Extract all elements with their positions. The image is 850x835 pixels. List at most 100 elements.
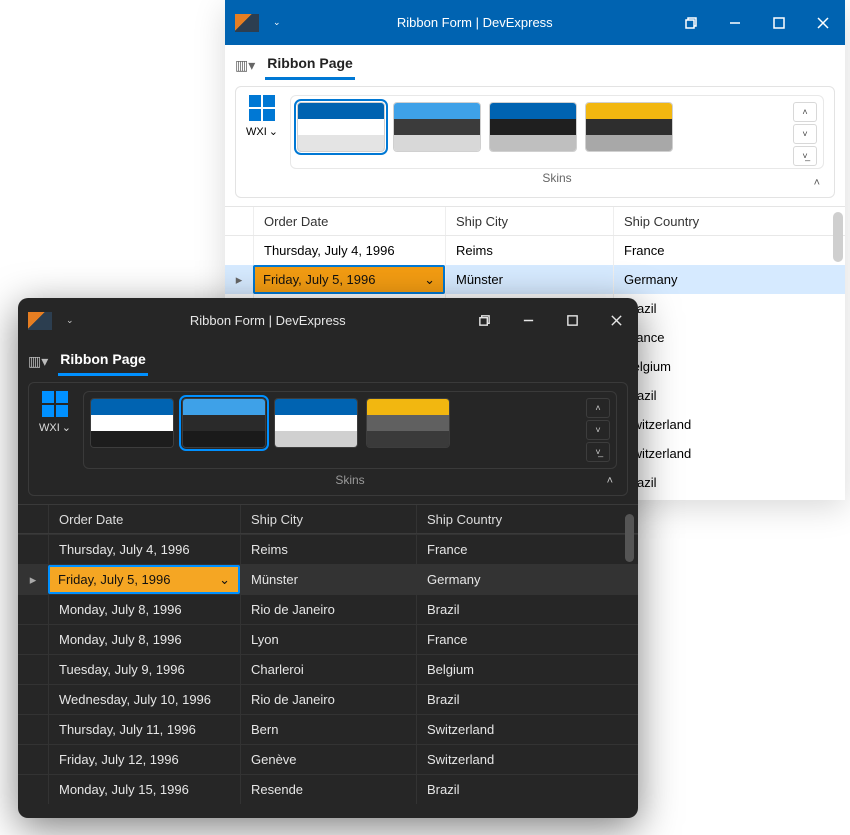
table-row[interactable]: Monday, July 15, 1996ResendeBrazil	[18, 774, 638, 804]
table-row[interactable]: Thursday, July 4, 1996ReimsFrance	[18, 534, 638, 564]
minimize-button[interactable]	[506, 298, 550, 343]
wxi-label[interactable]: WXI⌄	[39, 421, 71, 434]
skin-swatch[interactable]	[182, 398, 266, 448]
table-row[interactable]: Monday, July 8, 1996LyonFrance	[18, 624, 638, 654]
skin-swatch[interactable]	[489, 102, 577, 152]
ribbon-tab[interactable]: Ribbon Page	[58, 347, 148, 376]
cell-ship-country[interactable]: France	[416, 535, 638, 564]
table-row[interactable]: Friday, July 12, 1996GenèveSwitzerland	[18, 744, 638, 774]
column-header[interactable]: Order Date	[48, 505, 240, 533]
cell-order-date[interactable]: Friday, July 5, 1996⌄	[253, 265, 445, 294]
cell-order-date[interactable]: Monday, July 8, 1996	[48, 625, 240, 654]
chevron-down-icon[interactable]: ⌄	[424, 272, 435, 288]
cell-ship-city[interactable]: Resende	[240, 775, 416, 804]
column-header[interactable]: Ship Country	[613, 207, 845, 235]
cell-ship-city[interactable]: Rio de Janeiro	[240, 685, 416, 714]
layout-options-icon[interactable]: ▥▾	[28, 353, 48, 370]
column-header[interactable]: Ship City	[240, 505, 416, 533]
restore-down-button[interactable]	[462, 298, 506, 343]
cell-ship-country[interactable]: Brazil	[613, 468, 845, 497]
table-row[interactable]: Tuesday, July 9, 1996CharleroiBelgium	[18, 654, 638, 684]
cell-ship-country[interactable]: Brazil	[416, 595, 638, 624]
table-row[interactable]: Wednesday, July 10, 1996Rio de JaneiroBr…	[18, 684, 638, 714]
titlebar[interactable]: ⌄ Ribbon Form | DevExpress	[18, 298, 638, 343]
qa-dropdown-icon[interactable]: ⌄	[273, 17, 281, 28]
cell-ship-country[interactable]: Belgium	[613, 352, 845, 381]
column-header[interactable]: Ship City	[445, 207, 613, 235]
maximize-button[interactable]	[757, 0, 801, 45]
cell-ship-city[interactable]: Bern	[240, 715, 416, 744]
cell-ship-city[interactable]: Charleroi	[240, 655, 416, 684]
cell-order-date[interactable]: Monday, July 8, 1996	[48, 595, 240, 624]
wxi-icon[interactable]	[42, 391, 68, 417]
layout-options-icon[interactable]: ▥▾	[235, 57, 255, 74]
skin-swatch[interactable]	[274, 398, 358, 448]
cell-ship-country[interactable]: Switzerland	[613, 410, 845, 439]
cell-ship-country[interactable]: Germany	[613, 265, 845, 294]
cell-ship-country[interactable]: Switzerland	[416, 745, 638, 774]
ribbon-tab[interactable]: Ribbon Page	[265, 51, 355, 80]
cell-value: Friday, July 5, 1996	[58, 572, 170, 587]
skin-swatch[interactable]	[366, 398, 450, 448]
minimize-button[interactable]	[713, 0, 757, 45]
qa-dropdown-icon[interactable]: ⌄	[66, 315, 74, 326]
cell-ship-country[interactable]: Switzerland	[416, 715, 638, 744]
wxi-label[interactable]: WXI⌄	[246, 125, 278, 138]
cell-ship-country[interactable]: Germany	[416, 565, 638, 594]
collapse-ribbon-icon[interactable]: ˄	[607, 475, 613, 487]
gallery-expand-button[interactable]: ˅̲	[793, 146, 817, 166]
cell-ship-country[interactable]: Brazil	[613, 294, 845, 323]
gallery-down-button[interactable]: ˅	[586, 420, 610, 440]
cell-order-date[interactable]: Wednesday, July 10, 1996	[48, 685, 240, 714]
table-row[interactable]: Thursday, July 4, 1996ReimsFrance	[225, 236, 845, 265]
titlebar[interactable]: ⌄ Ribbon Form | DevExpress	[225, 0, 845, 45]
close-button[interactable]	[801, 0, 845, 45]
close-button[interactable]	[594, 298, 638, 343]
cell-ship-country[interactable]: France	[613, 236, 845, 265]
cell-order-date[interactable]: Thursday, July 4, 1996	[253, 236, 445, 265]
cell-ship-country[interactable]: Brazil	[416, 775, 638, 804]
restore-down-button[interactable]	[669, 0, 713, 45]
gallery-down-button[interactable]: ˅	[793, 124, 817, 144]
cell-order-date[interactable]: Friday, July 12, 1996	[48, 745, 240, 774]
cell-ship-country[interactable]: Belgium	[416, 655, 638, 684]
grid-header: Order Date Ship City Ship Country	[225, 207, 845, 236]
skin-swatch[interactable]	[585, 102, 673, 152]
table-row[interactable]: ▸Friday, July 5, 1996⌄MünsterGermany	[225, 265, 845, 294]
table-row[interactable]: ▸Friday, July 5, 1996⌄MünsterGermany	[18, 564, 638, 594]
cell-order-date[interactable]: Thursday, July 4, 1996	[48, 535, 240, 564]
cell-ship-city[interactable]: Rio de Janeiro	[240, 595, 416, 624]
collapse-ribbon-icon[interactable]: ˄	[814, 177, 820, 189]
column-header[interactable]: Ship Country	[416, 505, 638, 533]
cell-ship-city[interactable]: Reims	[240, 535, 416, 564]
skin-swatch[interactable]	[297, 102, 385, 152]
cell-order-date[interactable]: Tuesday, July 9, 1996	[48, 655, 240, 684]
table-row[interactable]: Monday, July 8, 1996Rio de JaneiroBrazil	[18, 594, 638, 624]
gallery-expand-button[interactable]: ˅̲	[586, 442, 610, 462]
cell-order-date[interactable]: Thursday, July 11, 1996	[48, 715, 240, 744]
app-icon	[235, 14, 259, 32]
skin-swatch[interactable]	[393, 102, 481, 152]
gallery-up-button[interactable]: ˄	[793, 102, 817, 122]
cell-ship-city[interactable]: Reims	[445, 236, 613, 265]
cell-ship-country[interactable]: Switzerland	[613, 439, 845, 468]
vertical-scrollbar[interactable]	[833, 212, 843, 262]
maximize-button[interactable]	[550, 298, 594, 343]
cell-ship-city[interactable]: Münster	[445, 265, 613, 294]
cell-order-date[interactable]: Monday, July 15, 1996	[48, 775, 240, 804]
wxi-icon[interactable]	[249, 95, 275, 121]
gallery-up-button[interactable]: ˄	[586, 398, 610, 418]
column-header[interactable]: Order Date	[253, 207, 445, 235]
cell-order-date[interactable]: Friday, July 5, 1996 ⌄	[48, 565, 240, 594]
cell-ship-country[interactable]: Brazil	[613, 381, 845, 410]
cell-ship-country[interactable]: Brazil	[416, 685, 638, 714]
cell-ship-country[interactable]: France	[613, 323, 845, 352]
cell-ship-city[interactable]: Münster	[240, 565, 416, 594]
vertical-scrollbar[interactable]	[625, 514, 634, 562]
cell-ship-city[interactable]: Lyon	[240, 625, 416, 654]
table-row[interactable]: Thursday, July 11, 1996BernSwitzerland	[18, 714, 638, 744]
chevron-down-icon[interactable]: ⌄	[219, 572, 230, 588]
cell-ship-country[interactable]: France	[416, 625, 638, 654]
cell-ship-city[interactable]: Genève	[240, 745, 416, 774]
skin-swatch[interactable]	[90, 398, 174, 448]
